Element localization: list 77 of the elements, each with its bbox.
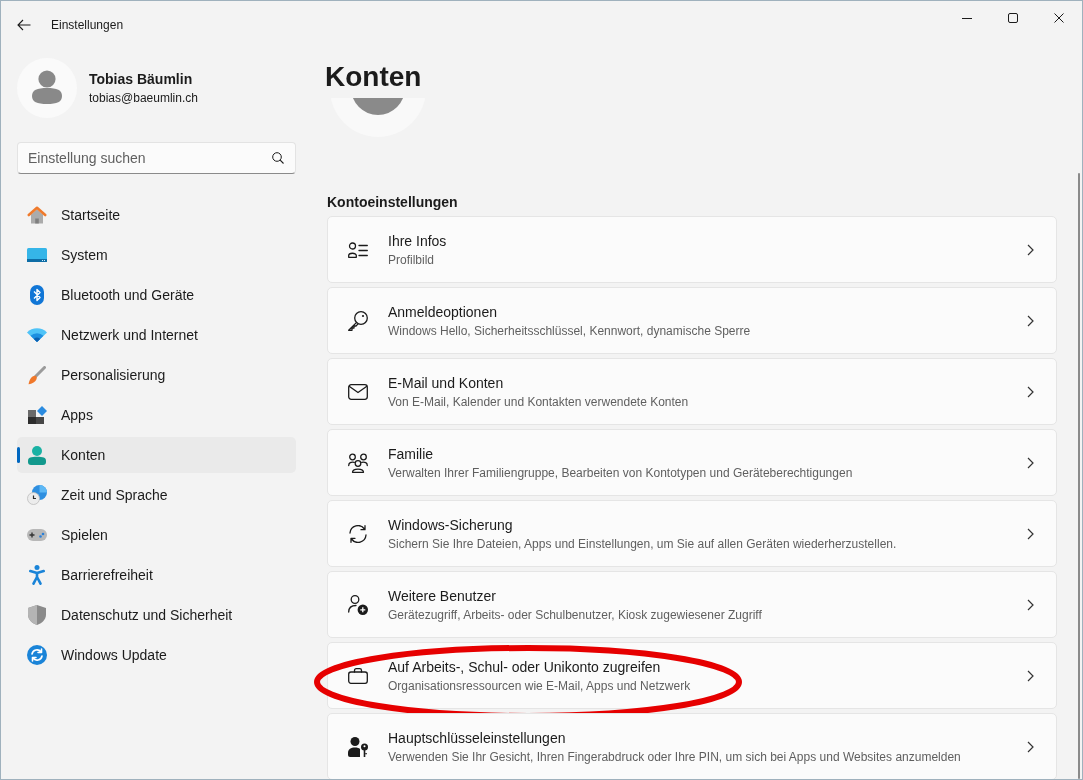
settings-card[interactable]: Familie Verwalten Ihrer Familiengruppe, Bearbeiten von Kontotypen und Geräteberechtigungen bbox=[327, 429, 1057, 496]
chevron-icon bbox=[1027, 669, 1034, 682]
gamepad-icon bbox=[27, 529, 47, 541]
maximize-icon bbox=[1008, 13, 1018, 23]
shield-icon bbox=[28, 605, 46, 625]
user-name: Tobias Bäumlin bbox=[89, 70, 194, 88]
nav-item[interactable]: Konten bbox=[17, 437, 296, 473]
nav-item[interactable]: Spielen bbox=[17, 517, 296, 553]
avatar-icon bbox=[17, 58, 77, 118]
home-icon bbox=[27, 206, 47, 224]
family-icon bbox=[348, 452, 368, 473]
settings-card[interactable]: E-Mail und Konten Von E-Mail, Kalender und Kontakten verwendete Konten bbox=[327, 358, 1057, 425]
card-subtitle: Organisationsressourcen wie E-Mail, Apps und Netzwerk bbox=[388, 677, 691, 694]
nav-item[interactable]: Startseite bbox=[17, 197, 296, 233]
nav-item[interactable]: Windows Update bbox=[17, 637, 296, 673]
nav-item[interactable]: Barrierefreiheit bbox=[17, 557, 296, 593]
card-subtitle: Verwalten Ihrer Familiengruppe, Bearbeiten von Kontotypen und Geräteberechtigungen bbox=[388, 464, 853, 481]
person-add-icon bbox=[348, 594, 368, 615]
chevron-icon bbox=[1027, 527, 1034, 540]
person-icon bbox=[28, 445, 46, 465]
chevron-icon bbox=[1027, 598, 1034, 611]
card-subtitle: Gerätezugriff, Arbeits- oder Schulbenutzer, Kiosk zugewiesener Zugriff bbox=[388, 606, 762, 623]
apps-icon bbox=[27, 406, 47, 424]
search-icon bbox=[272, 152, 284, 164]
search-field[interactable]: Einstellung suchen bbox=[17, 142, 296, 174]
section-heading: Kontoeinstellungen bbox=[327, 193, 459, 211]
chevron-icon bbox=[1027, 385, 1034, 398]
close-icon bbox=[1054, 13, 1064, 23]
settings-card[interactable]: Hauptschlüsseleinstellungen Verwenden Sie Ihr Gesicht, Ihren Fingerabdruck oder Ihre PIN, um sich bei Apps und Websites anzumelden bbox=[327, 713, 1057, 779]
card-title: Anmeldeoptionen bbox=[388, 302, 498, 322]
minimize-icon bbox=[962, 17, 972, 19]
person-list-icon bbox=[348, 241, 368, 258]
window-title: Einstellungen bbox=[51, 17, 124, 33]
person-key-icon bbox=[348, 736, 368, 757]
nav-item[interactable]: Bluetooth und Geräte bbox=[17, 277, 296, 313]
card-title: Ihre Infos bbox=[388, 231, 447, 251]
globe-clock-icon bbox=[27, 485, 47, 505]
card-subtitle: Sichern Sie Ihre Dateien, Apps und Einstellungen, um Sie auf allen Geräten wiederherzustellen. bbox=[388, 535, 897, 552]
card-title: Auf Arbeits-, Schul- oder Unikonto zugreifen bbox=[388, 657, 662, 677]
card-subtitle: Von E-Mail, Kalender und Kontakten verwendete Konten bbox=[388, 393, 689, 410]
key-icon bbox=[348, 310, 368, 331]
chevron-icon bbox=[1027, 243, 1034, 256]
nav-item[interactable]: System bbox=[17, 237, 296, 273]
briefcase-icon bbox=[348, 667, 368, 684]
chevron-icon bbox=[1027, 740, 1034, 753]
card-title: Windows-Sicherung bbox=[388, 515, 514, 535]
settings-card[interactable]: Anmeldeoptionen Windows Hello, Sicherheitsschlüssel, Kennwort, dynamische Sperre bbox=[327, 287, 1057, 354]
back-arrow-icon bbox=[17, 19, 31, 31]
card-subtitle: Windows Hello, Sicherheitsschlüssel, Kennwort, dynamische Sperre bbox=[388, 322, 751, 339]
settings-card[interactable]: Weitere Benutzer Gerätezugriff, Arbeits- oder Schulbenutzer, Kiosk zugewiesener Zugriff bbox=[327, 571, 1057, 638]
nav-item[interactable]: Apps bbox=[17, 397, 296, 433]
chevron-icon bbox=[1027, 314, 1034, 327]
avatar-icon bbox=[330, 98, 426, 137]
page-title: Konten bbox=[325, 60, 423, 94]
card-title: Familie bbox=[388, 444, 435, 464]
card-title: Hauptschlüsseleinstellungen bbox=[388, 728, 567, 748]
sync-icon bbox=[348, 524, 368, 543]
settings-card[interactable]: Ihre Infos Profilbild bbox=[327, 216, 1057, 283]
nav-item[interactable]: Personalisierung bbox=[17, 357, 296, 393]
circular-arrows-icon bbox=[27, 645, 47, 665]
card-title: Weitere Benutzer bbox=[388, 586, 497, 606]
bluetooth-icon bbox=[30, 285, 44, 305]
card-subtitle: Verwenden Sie Ihr Gesicht, Ihren Fingerabdruck oder Ihre PIN, um sich bei Apps und Websites anzumelden bbox=[388, 748, 961, 765]
accessibility-icon bbox=[29, 565, 45, 585]
nav-item[interactable]: Datenschutz und Sicherheit bbox=[17, 597, 296, 633]
wifi-icon bbox=[27, 328, 47, 342]
paintbrush-icon bbox=[28, 365, 46, 385]
settings-card[interactable]: Windows-Sicherung Sichern Sie Ihre Dateien, Apps und Einstellungen, um Sie auf allen Geräten wiederherzustellen. bbox=[327, 500, 1057, 567]
monitor-icon bbox=[27, 248, 47, 262]
card-subtitle: Profilbild bbox=[388, 251, 436, 268]
chevron-icon bbox=[1027, 456, 1034, 469]
nav-item[interactable]: Zeit und Sprache bbox=[17, 477, 296, 513]
user-email: tobias@baeumlin.ch bbox=[89, 90, 198, 106]
nav-item[interactable]: Netzwerk und Internet bbox=[17, 317, 296, 353]
scrollbar-thumb[interactable] bbox=[1078, 173, 1080, 779]
card-title: E-Mail und Konten bbox=[388, 373, 505, 393]
envelope-icon bbox=[348, 383, 368, 400]
